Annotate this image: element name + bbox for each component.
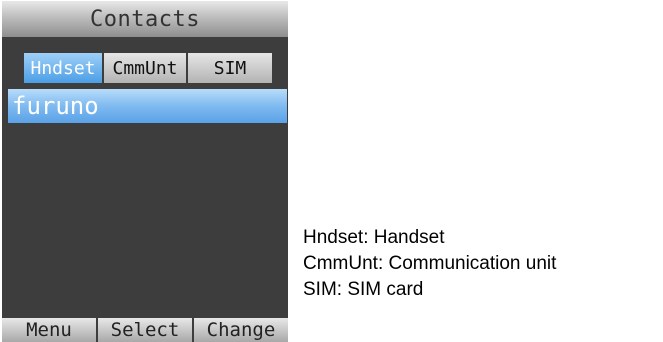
tab-communication-unit[interactable]: CmmUnt: [104, 53, 188, 83]
change-softkey[interactable]: Change: [194, 318, 288, 342]
legend-sim: SIM: SIM card: [303, 279, 424, 300]
select-softkey[interactable]: Select: [98, 318, 194, 342]
phone-screen: Contacts Hndset CmmUnt SIM furuno Menu S…: [2, 1, 288, 342]
softkey-bar: Menu Select Change: [2, 318, 288, 342]
abbreviation-legend: Hndset: Handset CmmUnt: Communication un…: [303, 225, 556, 303]
legend-communication-unit: CmmUnt: Communication unit: [303, 253, 557, 274]
contact-source-tabs: Hndset CmmUnt SIM: [24, 53, 272, 83]
menu-softkey[interactable]: Menu: [2, 318, 98, 342]
screen-title: Contacts: [90, 6, 200, 32]
contact-name: furuno: [12, 92, 99, 120]
tab-sim[interactable]: SIM: [188, 53, 272, 83]
contact-list-item[interactable]: furuno: [8, 89, 287, 123]
legend-handset: Hndset: Handset: [303, 227, 445, 248]
title-bar: Contacts: [2, 1, 288, 37]
tab-handset[interactable]: Hndset: [24, 53, 104, 83]
